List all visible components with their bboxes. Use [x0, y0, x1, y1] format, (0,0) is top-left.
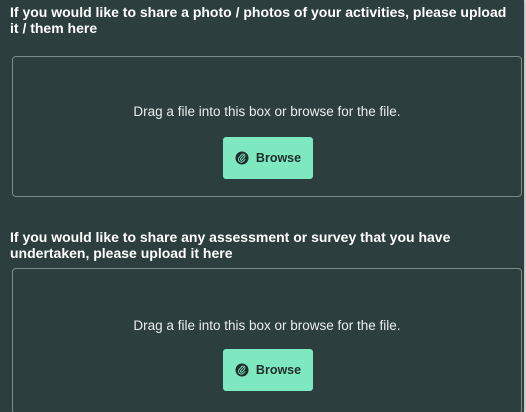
paperclip-icon — [235, 151, 249, 165]
photo-browse-button[interactable]: Browse — [223, 137, 313, 179]
photo-browse-button-label: Browse — [255, 151, 302, 165]
assessment-upload-dropzone[interactable]: Drag a file into this box or browse for … — [12, 268, 522, 412]
paperclip-icon — [235, 363, 249, 377]
assessment-browse-button[interactable]: Browse — [223, 349, 313, 391]
photo-upload-question-label: If you would like to share a photo / pho… — [10, 4, 507, 36]
photo-dropzone-instruction: Drag a file into this box or browse for … — [133, 104, 401, 119]
upload-form-panel: If you would like to share a photo / pho… — [0, 0, 524, 412]
assessment-upload-question-label: If you would like to share any assessmen… — [10, 229, 451, 261]
photo-upload-dropzone[interactable]: Drag a file into this box or browse for … — [12, 56, 522, 197]
assessment-dropzone-instruction: Drag a file into this box or browse for … — [133, 318, 401, 333]
assessment-browse-button-label: Browse — [255, 363, 302, 377]
